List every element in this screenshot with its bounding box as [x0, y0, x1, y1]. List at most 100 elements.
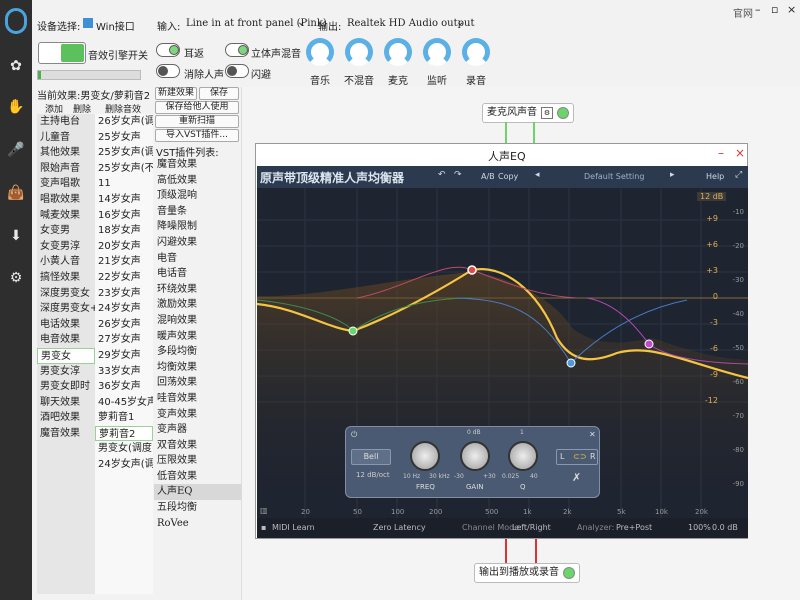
vst-plugin-item[interactable]: 暖声效果 [154, 329, 241, 345]
hand-icon[interactable]: ✋ [6, 97, 26, 117]
effect-preset-item[interactable]: 26岁女声 [95, 317, 153, 333]
channel-left[interactable]: L [560, 452, 564, 461]
official-link[interactable]: 官网 [733, 5, 753, 20]
copy-button[interactable]: Copy [498, 172, 518, 181]
effect-preset-item[interactable]: 14岁女声 [95, 192, 153, 208]
effect-category-item[interactable]: 酒吧效果 [37, 410, 95, 426]
noise-remove-toggle[interactable] [156, 64, 180, 78]
effect-preset-item[interactable]: 22岁女声 [95, 270, 153, 286]
effect-preset-item[interactable]: 25岁女声 [95, 130, 153, 146]
vst-plugin-item[interactable]: 魔音效果 [154, 157, 241, 173]
dodge-toggle[interactable] [225, 64, 249, 78]
gain-knob[interactable] [460, 441, 490, 471]
vst-plugin-item[interactable]: 混响效果 [154, 313, 241, 329]
latency-select[interactable]: Zero Latency [373, 523, 426, 532]
effect-category-item[interactable]: 深度男变女 [37, 286, 95, 302]
effect-preset-item[interactable]: 23岁女声 [95, 286, 153, 302]
effect-preset-item[interactable]: 21岁女声 [95, 254, 153, 270]
effect-category-item[interactable]: 男变女 [37, 347, 95, 364]
vst-plugin-item[interactable]: 音量条 [154, 204, 241, 220]
next-preset-icon[interactable]: ▸ [670, 170, 675, 180]
vst-plugin-item[interactable]: 变声器 [154, 422, 241, 438]
rescan-button[interactable]: 重新扫描 [155, 115, 239, 128]
delete-band-icon[interactable]: ✗ [572, 471, 581, 484]
vst-plugin-item[interactable]: 降噪限制 [154, 219, 241, 235]
vst-plugin-item[interactable]: 均衡效果 [154, 360, 241, 376]
vst-plugin-item[interactable]: 电话音 [154, 266, 241, 282]
effect-preset-item[interactable]: 男变女(调度+... [95, 441, 153, 457]
effect-category-item[interactable]: 变声唱歌 [37, 176, 95, 192]
vst-plugin-item[interactable]: RoVee [154, 516, 241, 532]
import-vst-button[interactable]: 导入VST插件... [155, 129, 239, 142]
effect-preset-item[interactable]: 萝莉音2 [95, 425, 153, 442]
effect-preset-item[interactable]: 24岁女声(调整后) [95, 457, 153, 473]
effect-category-item[interactable]: 限始声音 [37, 161, 95, 177]
link-icon[interactable]: ⊂⊃ [573, 452, 586, 461]
ab-button[interactable]: A/B [481, 172, 495, 181]
effect-category-item[interactable]: 电话效果 [37, 317, 95, 333]
effect-preset-item[interactable]: 40-45岁女声 [95, 395, 153, 411]
gear-icon[interactable]: ⚙ [6, 268, 26, 288]
analyzer-value[interactable]: Pre+Post [616, 523, 652, 532]
freq-knob[interactable] [410, 441, 440, 471]
help-button[interactable]: Help [706, 172, 724, 181]
vst-plugin-item[interactable]: 人声EQ [154, 484, 241, 501]
vst-plugin-item[interactable]: 顶级混响 [154, 188, 241, 204]
gain-range-label[interactable]: 12 dB [697, 192, 727, 201]
fullscreen-icon[interactable]: ⤢ [735, 170, 742, 180]
ear-return-toggle[interactable] [156, 43, 180, 57]
output-node[interactable]: 输出到播放或录音 [474, 563, 580, 583]
midi-learn-button[interactable]: MIDI Learn [272, 523, 315, 532]
engine-switch[interactable] [38, 42, 86, 64]
mic-node-status[interactable] [557, 107, 569, 119]
band-type-select[interactable]: Bell [351, 449, 391, 465]
vst-plugin-item[interactable]: 变声效果 [154, 407, 241, 423]
effect-preset-item[interactable]: 33岁女声 [95, 364, 153, 380]
effect-preset-item[interactable]: 26岁女声(调整后) [95, 114, 153, 130]
effect-preset-item[interactable]: 29岁女声 [95, 348, 153, 364]
effect-category-item[interactable]: 女变男淳 [37, 239, 95, 255]
volume-knob[interactable] [306, 38, 334, 66]
vst-plugin-item[interactable]: 高低效果 [154, 173, 241, 189]
effect-category-item[interactable]: 主持电台 [37, 114, 95, 130]
download-icon[interactable]: ⬇ [6, 226, 26, 246]
stereo-mix-toggle[interactable] [225, 43, 249, 57]
chevron-down-icon[interactable]: ⌄ [456, 17, 464, 28]
settings-icon[interactable]: ⚙ [541, 107, 553, 119]
minimize-icon[interactable]: – [718, 146, 724, 160]
power-icon[interactable]: ⏻ [351, 430, 357, 440]
prev-preset-icon[interactable]: ◂ [535, 170, 540, 180]
effect-preset-item[interactable]: 25岁女声(不加... [95, 161, 153, 177]
save-for-others-button[interactable]: 保存给他人使用 [155, 101, 239, 114]
effect-category-item[interactable]: 喊麦效果 [37, 208, 95, 224]
effect-category-item[interactable]: 男变女淳 [37, 364, 95, 380]
effect-category-item[interactable]: 搞怪效果 [37, 270, 95, 286]
effect-preset-item[interactable]: 25岁女声(调整后) [95, 145, 153, 161]
effect-category-item[interactable]: 儿童音 [37, 130, 95, 146]
vst-plugin-item[interactable]: 环绕效果 [154, 282, 241, 298]
minimize-icon[interactable]: – [755, 3, 761, 16]
channel-mode-value[interactable]: Left/Right [512, 523, 551, 532]
band-slope[interactable]: 12 dB/oct [356, 471, 390, 479]
effect-preset-item[interactable]: 36岁女声 [95, 379, 153, 395]
chevron-down-icon[interactable]: ⌄ [297, 17, 305, 28]
vst-plugin-item[interactable]: 电音 [154, 251, 241, 267]
vst-plugin-item[interactable]: 回荡效果 [154, 375, 241, 391]
close-icon[interactable]: × [735, 146, 745, 160]
effect-category-item[interactable]: 其他效果 [37, 145, 95, 161]
new-effect-button[interactable]: 新建效果 [155, 87, 197, 100]
channel-right[interactable]: R [590, 452, 596, 461]
effect-category-item[interactable]: 魔音效果 [37, 426, 95, 442]
effect-category-item[interactable]: 唱歌效果 [37, 192, 95, 208]
effect-category-item[interactable]: 小黄人音 [37, 254, 95, 270]
effect-preset-item[interactable]: 18岁女声 [95, 223, 153, 239]
preset-name[interactable]: Default Setting [584, 172, 644, 181]
zoom-value[interactable]: 100% [688, 523, 711, 532]
mic-icon[interactable]: 🎤 [6, 140, 26, 160]
volume-knob[interactable] [423, 38, 451, 66]
channel-selector[interactable]: L ⊂⊃ R [556, 449, 598, 465]
mic-node[interactable]: 麦克风声音 ⚙ [482, 103, 574, 123]
effect-category-item[interactable]: 男变女即时 [37, 379, 95, 395]
eq-plot[interactable]: 12 dB +9 +6 +3 0 -3 -6 -9 -12 -10 -20 -30 -40 -50 -6… [257, 188, 748, 518]
effect-preset-item[interactable]: 11 [95, 176, 153, 192]
